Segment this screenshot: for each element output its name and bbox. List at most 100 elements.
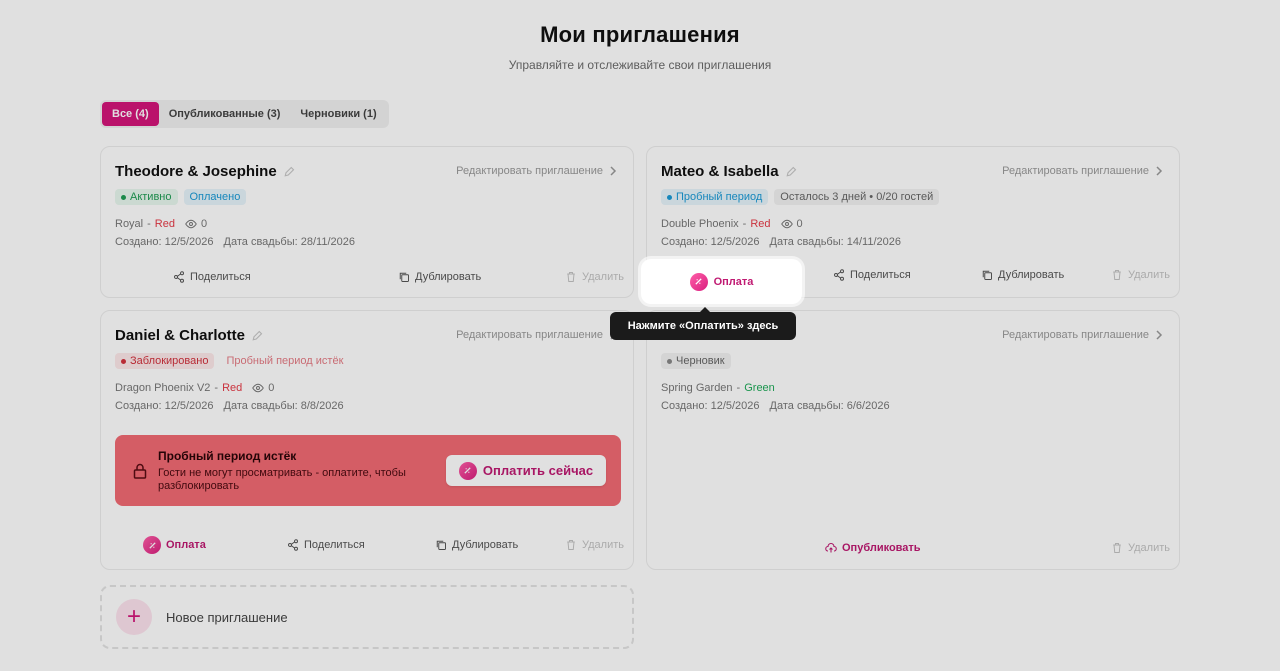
delete-button[interactable]: Удалить: [565, 539, 624, 551]
tab-published[interactable]: Опубликованные (3): [159, 102, 291, 126]
duplicate-label: Дублировать: [415, 271, 482, 283]
payment-badge: Оплачено: [183, 189, 247, 205]
share-icon: [174, 271, 184, 283]
edit-invitation-link[interactable]: Редактировать приглашение: [1002, 329, 1163, 341]
delete-button[interactable]: Удалить: [1111, 542, 1170, 554]
status-label: Заблокировано: [130, 355, 209, 367]
page-header: Мои приглашения Управляйте и отслеживайт…: [0, 0, 1280, 72]
highlighted-pay-label: Оплата: [713, 275, 754, 288]
status-dot: [121, 194, 126, 200]
theme-color: Red: [222, 382, 243, 394]
delete-button[interactable]: Удалить: [1111, 269, 1170, 281]
pencil-icon[interactable]: [283, 166, 295, 178]
status-label: Черновик: [676, 355, 725, 367]
trash-icon: [567, 272, 575, 282]
delete-button[interactable]: Удалить: [565, 271, 624, 283]
payment-icon: [458, 461, 477, 480]
share-icon: [834, 269, 844, 281]
page-subtitle: Управляйте и отслеживайте свои приглашен…: [508, 58, 772, 72]
copy-icon: [982, 270, 992, 280]
share-icon: [288, 539, 298, 551]
share-button[interactable]: Поделиться: [287, 539, 365, 551]
view-count: 0: [796, 218, 803, 230]
created-date: Создано: 12/5/2026: [661, 400, 760, 412]
payment-icon: [689, 272, 708, 291]
new-invitation-label: Новое приглашение: [166, 609, 288, 625]
status-badge: Черновик: [661, 353, 731, 369]
banner-title: Пробный период истёк: [158, 449, 297, 463]
new-invitation-button[interactable]: + Новое приглашение: [100, 585, 634, 649]
duplicate-button[interactable]: Дублировать: [435, 539, 518, 551]
payment-icon: [143, 536, 161, 554]
status-label: Активно: [130, 191, 172, 203]
pencil-icon[interactable]: [251, 330, 263, 342]
edit-invitation-link[interactable]: Редактировать приглашение: [456, 329, 617, 341]
theme-name: Spring Garden: [661, 382, 733, 394]
theme-color: Green: [744, 382, 775, 394]
trash-icon: [1113, 270, 1121, 280]
wedding-date: Дата свадьбы: 6/6/2026: [769, 400, 890, 412]
status-dot: [667, 358, 672, 364]
wedding-date: Дата свадьбы: 8/8/2026: [223, 400, 344, 412]
trial-expired-banner: Пробный период истёк Гости не могут прос…: [115, 435, 621, 506]
trial-info-badge: Осталось 3 дней • 0/20 гостей: [774, 189, 940, 205]
pencil-icon[interactable]: [785, 166, 797, 178]
tour-tooltip: Нажмите «Оплатить» здесь: [610, 307, 796, 340]
wedding-date: Дата свадьбы: 14/11/2026: [769, 236, 901, 248]
invitation-card: Theodore & Josephine Редактировать пригл…: [100, 146, 634, 298]
filter-tabs: Все (4) Опубликованные (3) Черновики (1): [100, 100, 389, 128]
theme-color: Red: [154, 218, 175, 230]
status-dot: [121, 358, 126, 364]
edit-invitation-link[interactable]: Редактировать приглашение: [1002, 165, 1163, 177]
duplicate-button[interactable]: Дублировать: [398, 271, 481, 283]
delete-label: Удалить: [1128, 542, 1170, 554]
upload-cloud-icon: [825, 543, 837, 553]
created-date: Создано: 12/5/2026: [115, 236, 214, 248]
chevron-right-icon: [610, 166, 617, 176]
tab-drafts[interactable]: Черновики (1): [290, 102, 386, 126]
created-date: Создано: 12/5/2026: [115, 400, 214, 412]
trash-icon: [1113, 543, 1121, 553]
pay-now-label: Оплатить сейчас: [482, 463, 594, 478]
status-badge: Пробный период: [661, 189, 769, 205]
delete-label: Удалить: [582, 271, 624, 283]
eye-icon: [780, 219, 793, 229]
delete-label: Удалить: [1128, 269, 1170, 281]
page-title: Мои приглашения: [540, 22, 740, 47]
edit-label: Редактировать приглашение: [456, 329, 603, 341]
share-button[interactable]: Поделиться: [173, 271, 251, 283]
copy-icon: [399, 272, 409, 282]
view-count: 0: [268, 382, 275, 394]
edit-label: Редактировать приглашение: [1002, 329, 1149, 341]
pay-now-button[interactable]: Оплатить сейчас: [446, 455, 606, 486]
delete-label: Удалить: [582, 539, 624, 551]
duplicate-label: Дублировать: [452, 539, 519, 551]
trial-expired-badge: Пробный период истёк: [226, 355, 344, 367]
highlighted-pay-button[interactable]: Оплата: [641, 259, 802, 304]
publish-button[interactable]: Опубликовать: [825, 542, 921, 554]
tab-all[interactable]: Все (4): [102, 102, 159, 126]
duplicate-label: Дублировать: [998, 269, 1065, 281]
theme-name: Dragon Phoenix V2: [115, 382, 211, 394]
created-date: Создано: 12/5/2026: [661, 236, 760, 248]
duplicate-button[interactable]: Дублировать: [981, 269, 1064, 281]
trash-icon: [567, 540, 575, 550]
copy-icon: [436, 540, 446, 550]
chevron-right-icon: [1156, 330, 1163, 340]
invitation-card: Редактировать приглашение Черновик Sprin…: [646, 310, 1180, 570]
wedding-date: Дата свадьбы: 28/11/2026: [223, 236, 355, 248]
theme-color: Red: [750, 218, 771, 230]
theme-name: Royal: [115, 218, 144, 230]
edit-label: Редактировать приглашение: [456, 165, 603, 177]
edit-invitation-link[interactable]: Редактировать приглашение: [456, 165, 617, 177]
share-button[interactable]: Поделиться: [833, 269, 911, 281]
theme-name: Double Phoenix: [661, 218, 739, 230]
banner-text: Гости не могут просматривать - оплатите,…: [158, 467, 406, 492]
eye-icon: [252, 383, 265, 393]
page: Мои приглашения Управляйте и отслеживайт…: [0, 0, 1280, 671]
status-label: Пробный период: [676, 191, 763, 203]
pay-button[interactable]: Оплата: [143, 536, 206, 554]
card-title: Theodore & Josephine: [115, 163, 277, 180]
status-badge: Заблокировано: [115, 353, 215, 369]
edit-label: Редактировать приглашение: [1002, 165, 1149, 177]
